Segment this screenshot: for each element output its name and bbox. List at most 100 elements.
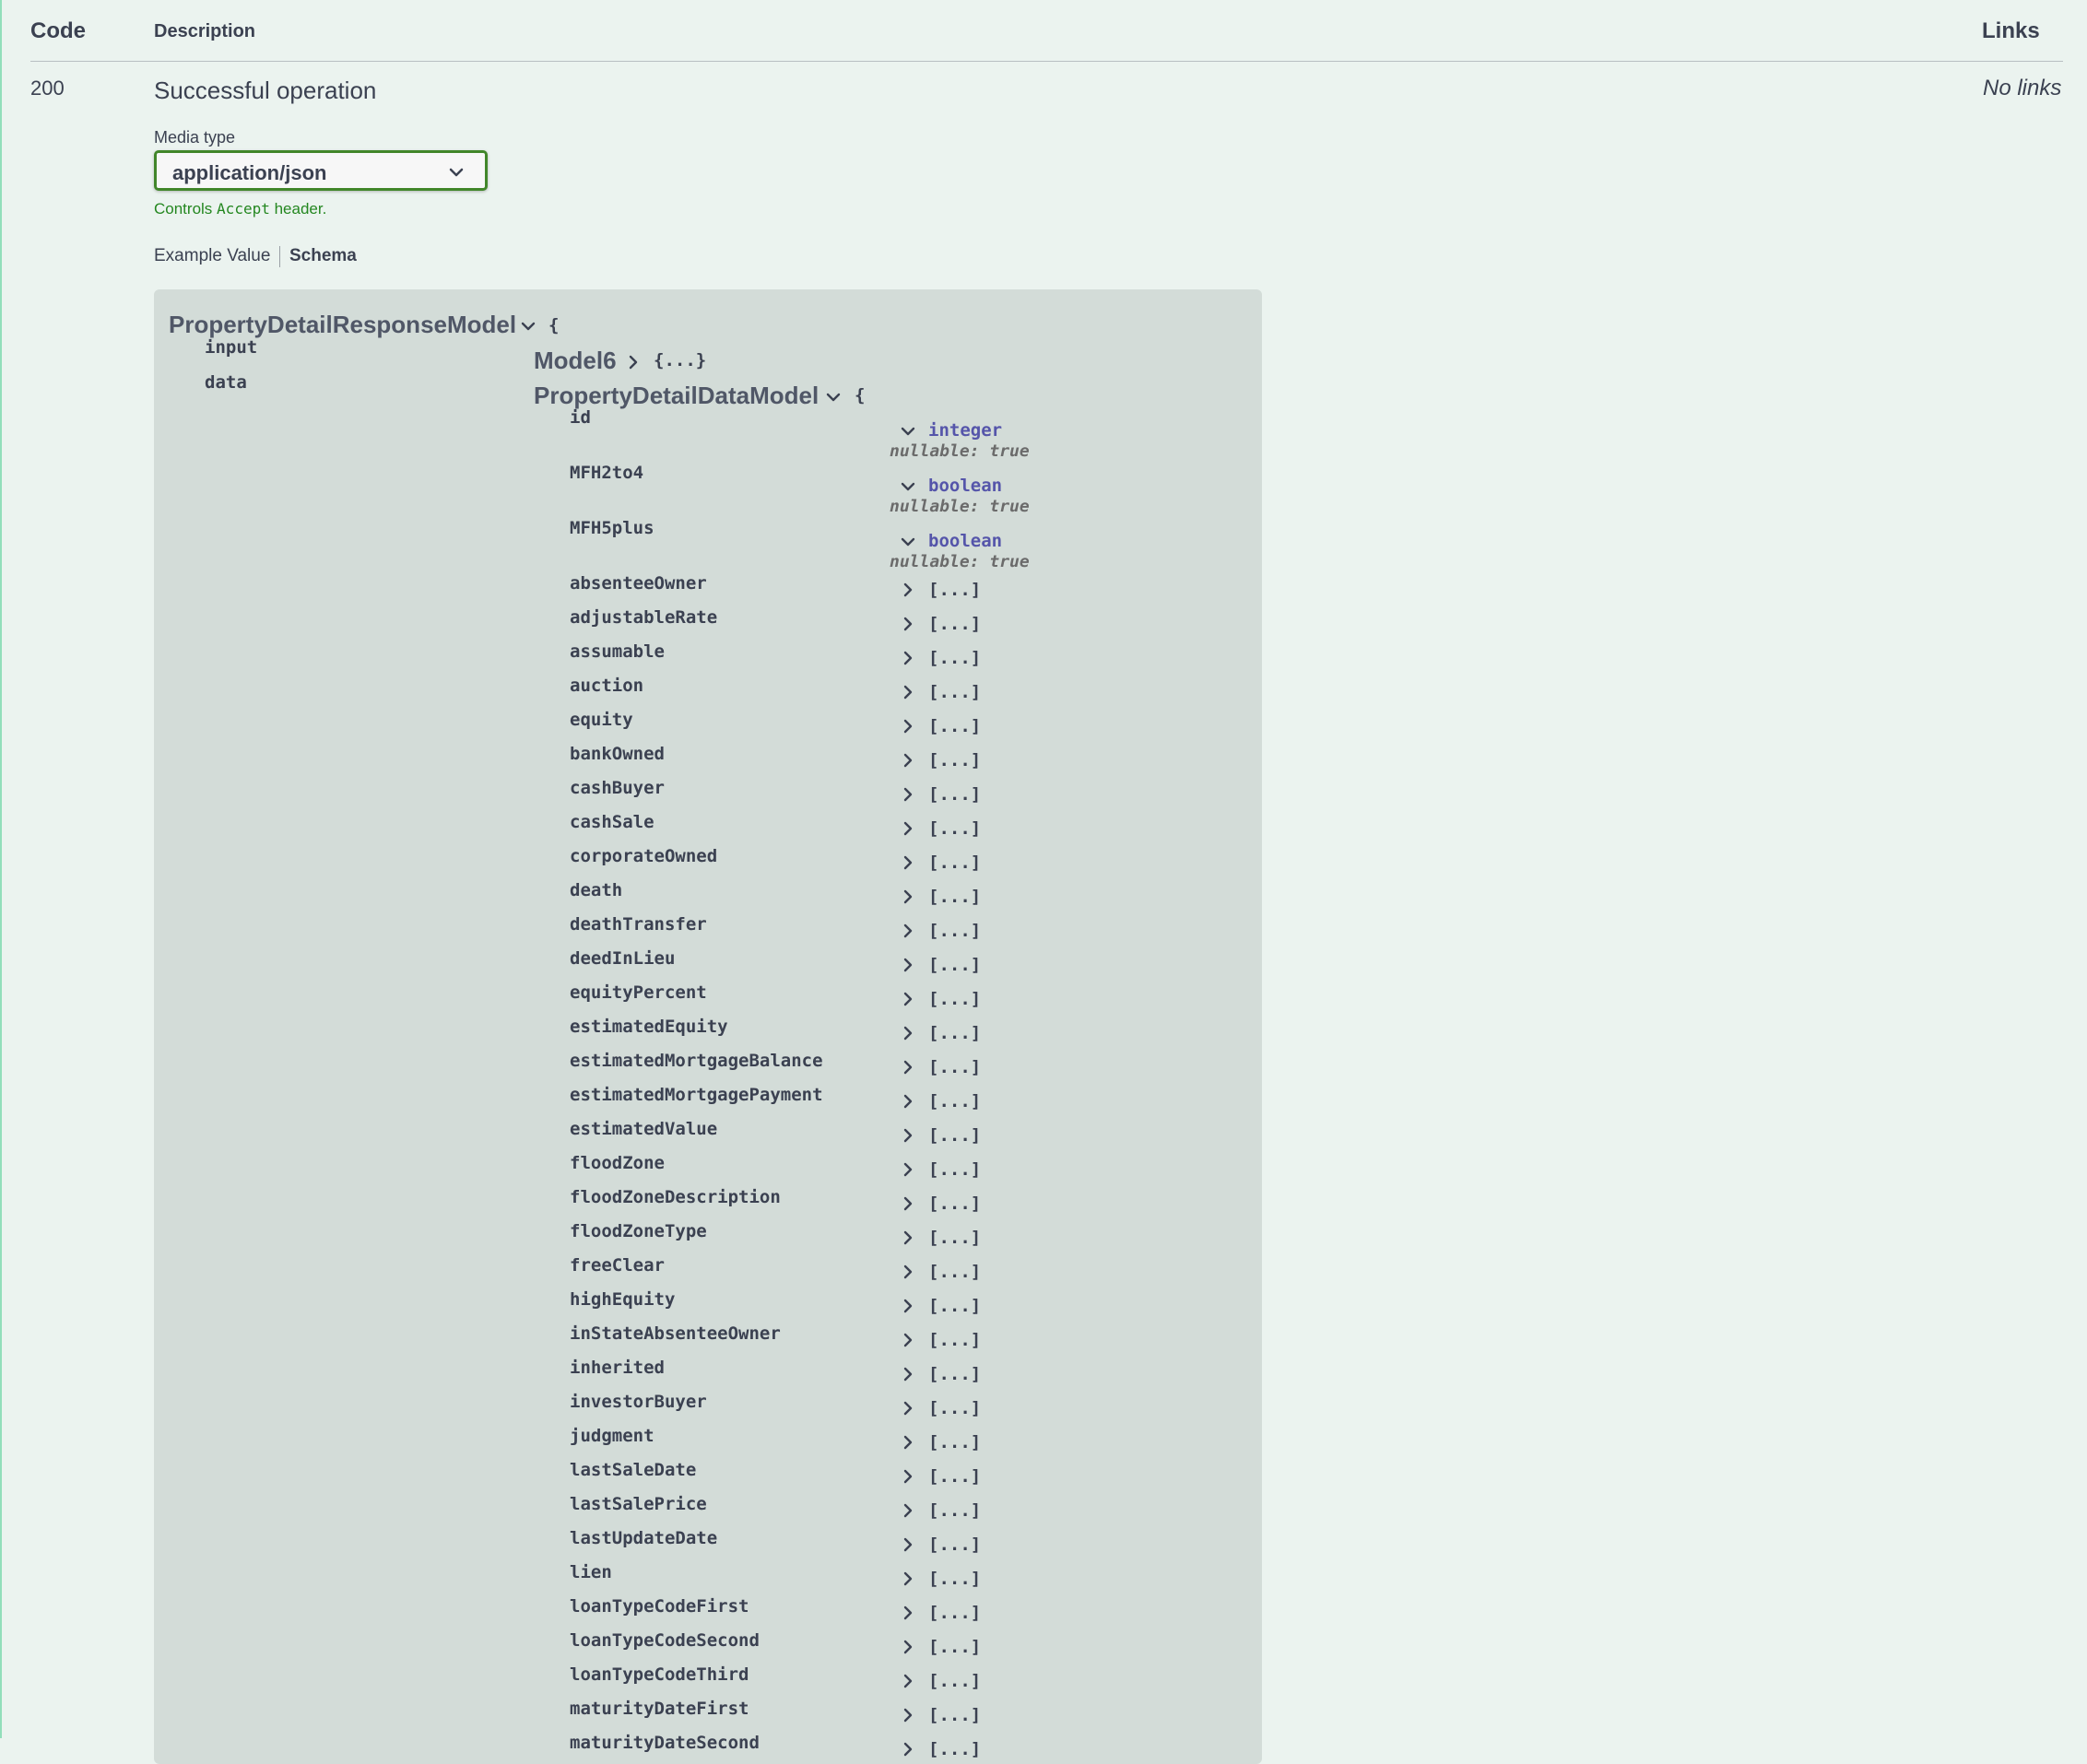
- chevron-right-icon[interactable]: [901, 855, 915, 870]
- property-type[interactable]: boolean: [928, 476, 1002, 496]
- chevron-right-icon[interactable]: [901, 1299, 915, 1313]
- property-input: input: [205, 337, 258, 358]
- chevron-right-icon[interactable]: [901, 821, 915, 836]
- property-type[interactable]: boolean: [928, 531, 1002, 551]
- chevron-right-icon[interactable]: [901, 1162, 915, 1177]
- chevron-right-icon[interactable]: [901, 1230, 915, 1245]
- chevron-right-icon[interactable]: [901, 582, 915, 597]
- collapsed-marker[interactable]: [...]: [928, 1603, 981, 1623]
- chevron-right-icon[interactable]: [901, 1674, 915, 1688]
- collapsed-marker[interactable]: [...]: [928, 1535, 981, 1555]
- chevron-right-icon[interactable]: [901, 1128, 915, 1143]
- chevron-down-icon[interactable]: [901, 535, 915, 549]
- collapsed-marker[interactable]: [...]: [928, 1228, 981, 1248]
- collapsed-marker[interactable]: [...]: [928, 1262, 981, 1282]
- property-name: lastSalePrice: [570, 1494, 707, 1514]
- media-type-label: Media type: [154, 128, 236, 147]
- chevron-right-icon[interactable]: [901, 1640, 915, 1654]
- media-type-select[interactable]: application/json: [154, 150, 488, 191]
- collapsed-marker[interactable]: [...]: [928, 614, 981, 634]
- chevron-right-icon[interactable]: [901, 1094, 915, 1109]
- property-type[interactable]: integer: [928, 420, 1002, 441]
- chevron-right-icon[interactable]: [901, 1435, 915, 1450]
- chevron-right-icon[interactable]: [901, 1571, 915, 1586]
- data-model-title[interactable]: PropertyDetailDataModel: [534, 382, 819, 410]
- property-name: freeClear: [570, 1255, 665, 1276]
- property-name: maturityDateFirst: [570, 1699, 749, 1719]
- collapsed-marker[interactable]: [...]: [928, 1159, 981, 1180]
- collapsed-marker[interactable]: [...]: [928, 1739, 981, 1759]
- property-name: investorBuyer: [570, 1392, 707, 1412]
- header-divider: [30, 61, 2063, 62]
- chevron-right-icon[interactable]: [901, 1469, 915, 1484]
- collapsed-marker[interactable]: [...]: [928, 955, 981, 975]
- chevron-right-icon[interactable]: [901, 1060, 915, 1075]
- chevron-down-icon[interactable]: [901, 424, 915, 439]
- chevron-right-icon[interactable]: [901, 1742, 915, 1757]
- chevron-right-icon[interactable]: [901, 889, 915, 904]
- collapsed-marker[interactable]: [...]: [928, 1705, 981, 1725]
- header-links: Links: [1982, 18, 2040, 43]
- chevron-right-icon[interactable]: [901, 923, 915, 938]
- collapsed-marker[interactable]: [...]: [928, 1023, 981, 1043]
- collapsed-marker[interactable]: [...]: [928, 1194, 981, 1214]
- collapsed-marker[interactable]: [...]: [928, 1500, 981, 1521]
- chevron-right-icon[interactable]: [901, 992, 915, 1006]
- collapsed-marker[interactable]: [...]: [928, 1125, 981, 1146]
- collapsed-marker[interactable]: [...]: [928, 989, 981, 1009]
- chevron-right-icon[interactable]: [901, 1367, 915, 1382]
- input-collapsed[interactable]: {...}: [654, 350, 706, 370]
- chevron-down-icon[interactable]: [521, 319, 536, 334]
- collapsed-marker[interactable]: [...]: [928, 1091, 981, 1111]
- property-name: id: [570, 407, 591, 428]
- tab-example-value[interactable]: Example Value: [154, 246, 270, 266]
- collapsed-marker[interactable]: [...]: [928, 1364, 981, 1384]
- root-model-title[interactable]: PropertyDetailResponseModel: [169, 311, 516, 339]
- property-name: floodZone: [570, 1153, 665, 1173]
- chevron-right-icon[interactable]: [901, 685, 915, 700]
- chevron-down-icon[interactable]: [901, 479, 915, 494]
- collapsed-marker[interactable]: [...]: [928, 784, 981, 805]
- collapsed-marker[interactable]: [...]: [928, 1569, 981, 1589]
- collapsed-marker[interactable]: [...]: [928, 887, 981, 907]
- chevron-right-icon[interactable]: [901, 617, 915, 631]
- collapsed-marker[interactable]: [...]: [928, 1330, 981, 1350]
- chevron-right-icon[interactable]: [901, 1196, 915, 1211]
- collapsed-marker[interactable]: [...]: [928, 716, 981, 736]
- collapsed-marker[interactable]: [...]: [928, 682, 981, 702]
- collapsed-marker[interactable]: [...]: [928, 1671, 981, 1691]
- chevron-right-icon[interactable]: [901, 1333, 915, 1347]
- chevron-right-icon[interactable]: [901, 1503, 915, 1518]
- chevron-right-icon[interactable]: [901, 1401, 915, 1416]
- chevron-right-icon[interactable]: [901, 719, 915, 734]
- collapsed-marker[interactable]: [...]: [928, 1432, 981, 1452]
- collapsed-marker[interactable]: [...]: [928, 580, 981, 600]
- chevron-right-icon[interactable]: [901, 958, 915, 972]
- collapsed-marker[interactable]: [...]: [928, 750, 981, 770]
- chevron-down-icon[interactable]: [826, 390, 841, 405]
- input-model-title[interactable]: Model6: [534, 347, 617, 375]
- collapsed-marker[interactable]: [...]: [928, 853, 981, 873]
- collapsed-marker[interactable]: [...]: [928, 921, 981, 941]
- collapsed-marker[interactable]: [...]: [928, 1466, 981, 1487]
- chevron-right-icon[interactable]: [626, 355, 641, 370]
- accept-code: Accept: [217, 200, 270, 218]
- chevron-right-icon[interactable]: [901, 1264, 915, 1279]
- chevron-right-icon[interactable]: [901, 753, 915, 768]
- collapsed-marker[interactable]: [...]: [928, 1398, 981, 1418]
- chevron-right-icon[interactable]: [901, 1708, 915, 1723]
- collapsed-marker[interactable]: [...]: [928, 1296, 981, 1316]
- chevron-right-icon[interactable]: [901, 1605, 915, 1620]
- property-name: estimatedMortgagePayment: [570, 1085, 823, 1105]
- chevron-right-icon[interactable]: [901, 651, 915, 665]
- property-name: loanTypeCodeThird: [570, 1664, 749, 1685]
- collapsed-marker[interactable]: [...]: [928, 1057, 981, 1077]
- property-name: floodZoneDescription: [570, 1187, 781, 1207]
- chevron-right-icon[interactable]: [901, 1537, 915, 1552]
- tab-schema[interactable]: Schema: [289, 246, 357, 266]
- collapsed-marker[interactable]: [...]: [928, 648, 981, 668]
- chevron-right-icon[interactable]: [901, 1026, 915, 1041]
- collapsed-marker[interactable]: [...]: [928, 1637, 981, 1657]
- chevron-right-icon[interactable]: [901, 787, 915, 802]
- collapsed-marker[interactable]: [...]: [928, 818, 981, 839]
